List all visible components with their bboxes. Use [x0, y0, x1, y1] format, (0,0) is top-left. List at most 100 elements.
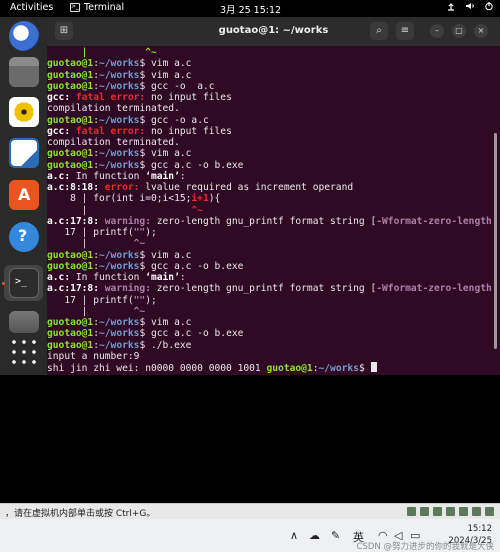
- terminal-line: | ^~: [47, 205, 203, 216]
- terminal-text-segment: $ vim a.c: [139, 148, 192, 160]
- network-icon[interactable]: [446, 1, 456, 11]
- terminal-text-segment: compilation terminated.: [47, 137, 180, 148]
- terminal-text-segment: guotao@1: [47, 260, 94, 272]
- terminal-text-segment: ~/works: [99, 159, 140, 171]
- terminal-window[interactable]: ⊞ guotao@1: ~/works ⌕ ≡ – □ × | ^~ guotao…: [47, 17, 500, 375]
- terminal-text-segment: $ gcc -o a.c: [139, 114, 209, 126]
- sound-icon[interactable]: [459, 507, 468, 516]
- terminal-line: input a number:9: [47, 351, 139, 362]
- terminal-line: guotao@1:~/works$ gcc a.c -o b.exe: [47, 261, 243, 272]
- terminal-output[interactable]: | ^~ guotao@1:~/works$ vim a.c guotao@1:~/…: [47, 46, 492, 375]
- terminal-line: | ^~: [47, 47, 157, 58]
- network-adapter-icon[interactable]: [433, 507, 442, 516]
- drive-icon[interactable]: [9, 311, 39, 333]
- cloud-icon[interactable]: ☁: [309, 529, 320, 542]
- terminal-text-segment: zero-length gnu_printf format string [: [156, 215, 377, 227]
- terminal-text-segment: guotao@1: [47, 80, 94, 92]
- terminal-text-segment: 17 | printf(: [47, 294, 134, 306]
- terminal-text-segment: $ gcc a.c -o b.exe: [139, 159, 244, 171]
- terminal-text-segment: ^~: [133, 238, 146, 250]
- files-icon[interactable]: [9, 57, 39, 87]
- terminal-text-segment: ^~: [191, 204, 203, 216]
- app-menu[interactable]: >_ Terminal: [70, 2, 124, 13]
- terminal-text-segment: "": [133, 227, 146, 238]
- terminal-text-segment: :: [179, 272, 186, 283]
- terminal-line: shi jin zhi wei: n0000 0000 0000 1001 gu…: [47, 362, 377, 374]
- disk-icon[interactable]: [407, 507, 416, 516]
- app-name: Terminal: [84, 2, 125, 13]
- terminal-text-segment: a.c:: [47, 170, 71, 182]
- terminal-text-segment: guotao@1: [266, 363, 313, 374]
- thunderbird-icon[interactable]: [9, 21, 39, 51]
- terminal-line: 8 | for(int i=0;i<15;i+1){: [47, 193, 220, 204]
- terminal-line: a.c: In function ‘main’:: [47, 171, 186, 182]
- pen-icon[interactable]: ✎: [331, 529, 340, 542]
- terminal-text-segment: -Wformat-zero-length: [376, 215, 492, 227]
- show-hidden-icons-icon[interactable]: ∧: [290, 529, 298, 542]
- terminal-line: guotao@1:~/works$ vim a.c: [47, 58, 191, 69]
- maximize-icon[interactable]: □: [452, 24, 466, 38]
- clock[interactable]: 3月 25 15:12: [220, 2, 281, 16]
- terminal-line: guotao@1:~/works$ ./b.exe: [47, 340, 191, 351]
- terminal-text-segment: no input files: [150, 92, 232, 103]
- terminal-text-segment: guotao@1: [47, 148, 94, 160]
- activities-button[interactable]: Activities: [10, 2, 53, 13]
- terminal-text-segment: guotao@1: [47, 339, 94, 351]
- terminal-line: guotao@1:~/works$ gcc a.c -o b.exe: [47, 328, 243, 339]
- watermark-text: CSDN @努力进步的你: [356, 542, 443, 552]
- terminal-icon[interactable]: >_: [9, 268, 39, 298]
- terminal-line: guotao@1:~/works$ gcc a.c -o b.exe: [47, 160, 243, 171]
- usb-icon[interactable]: [446, 507, 455, 516]
- terminal-line: a.c:17:8: warning: zero-length gnu_print…: [47, 216, 492, 227]
- search-icon[interactable]: ⌕: [370, 22, 388, 40]
- terminal-cursor: [370, 362, 377, 372]
- terminal-text-segment: ~/works: [99, 80, 140, 92]
- terminal-text-segment: ^~: [133, 305, 146, 317]
- terminal-text-segment: input a number:9: [47, 350, 140, 362]
- terminal-text-segment: ~/works: [99, 114, 140, 126]
- rhythmbox-icon[interactable]: [9, 97, 39, 127]
- terminal-line: 17 | printf("");: [47, 294, 156, 306]
- terminal-line: guotao@1:~/works$ gcc -o a.c: [47, 81, 215, 92]
- terminal-text-segment: $ vim a.c: [139, 249, 192, 261]
- app-grid-icon[interactable]: [9, 337, 39, 367]
- vm-device-icons[interactable]: [407, 507, 494, 516]
- menu-icon[interactable]: ≡: [396, 22, 414, 40]
- app-center-icon[interactable]: A: [9, 180, 39, 210]
- terminal-text-segment: ~/works: [99, 58, 140, 70]
- vm-settings-icon[interactable]: [485, 507, 494, 516]
- terminal-small-icon: >_: [70, 3, 80, 12]
- system-tray[interactable]: [446, 1, 494, 11]
- terminal-line: a.c:8:18: error: lvalue required as incr…: [47, 182, 353, 193]
- taskbar-time: 15:12: [467, 524, 493, 534]
- terminal-text-segment: -Wformat-zero-length: [376, 283, 492, 295]
- terminal-text-segment: ~/works: [99, 148, 140, 160]
- terminal-text-segment: ~/works: [99, 317, 140, 328]
- terminal-text-segment: $ vim a.c: [139, 58, 192, 70]
- terminal-text-segment: );: [145, 227, 157, 238]
- power-icon[interactable]: [484, 1, 494, 11]
- terminal-titlebar[interactable]: ⊞ guotao@1: ~/works ⌕ ≡ – □ ×: [47, 17, 500, 46]
- terminal-text-segment: $: [358, 363, 371, 374]
- running-indicator: [2, 282, 5, 285]
- terminal-text-segment: ~/works: [99, 328, 140, 340]
- terminal-line: a.c:17:8: warning: zero-length gnu_print…: [47, 283, 492, 294]
- terminal-text-segment: ‘main’: [145, 170, 180, 182]
- display-icon[interactable]: [472, 507, 481, 516]
- terminal-line: guotao@1:~/works$ vim a.c: [47, 317, 191, 328]
- terminal-text-segment: warning:: [104, 283, 157, 295]
- terminal-text-segment: ~/works: [99, 69, 140, 81]
- watermark-overlap-text: 的我就是大侠: [442, 542, 494, 552]
- terminal-text-segment: a.c:17:8:: [47, 215, 105, 227]
- help-icon[interactable]: ?: [9, 222, 39, 252]
- volume-icon[interactable]: [465, 1, 475, 11]
- close-icon[interactable]: ×: [474, 24, 488, 38]
- terminal-line: | ^~: [47, 238, 146, 250]
- minimize-icon[interactable]: –: [430, 24, 444, 38]
- terminal-text-segment: |: [47, 238, 134, 250]
- terminal-text-segment: ~/works: [99, 260, 140, 272]
- terminal-text-segment: gcc:: [47, 125, 76, 137]
- optical-icon[interactable]: [420, 507, 429, 516]
- writer-icon[interactable]: [9, 138, 39, 168]
- scrollbar[interactable]: [494, 133, 497, 349]
